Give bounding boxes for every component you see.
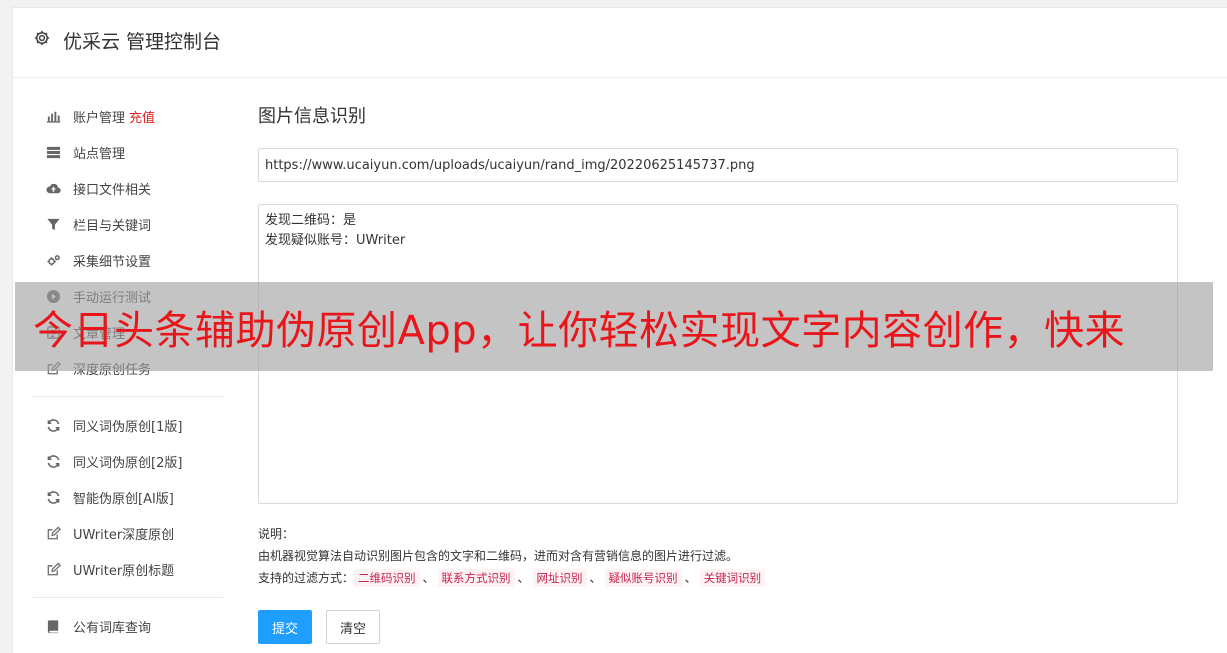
refresh-icon [44, 416, 62, 434]
sidebar-item-label: UWriter原创标题 [73, 563, 175, 579]
gears-icon [44, 251, 62, 269]
desc-text: 由机器视觉算法自动识别图片包含的文字和二维码，进而对含有营销信息的图片进行过滤。 [258, 549, 739, 563]
page-title: 优采云 管理控制台 [63, 31, 222, 53]
sidebar-item[interactable]: 采集细节设置 [33, 242, 223, 278]
sidebar-item-label: 公有词库查询 [73, 620, 152, 636]
gear-icon [34, 30, 50, 46]
result-line: 发现疑似账号：UWriter [265, 233, 406, 248]
sidebar-divider [33, 396, 223, 397]
filter-tag: 网址识别 [532, 569, 587, 587]
sidebar-item-label: 账户管理 [73, 110, 126, 126]
sidebar-item[interactable]: 栏目与关键词 [33, 206, 223, 242]
filter-tag: 联系方式识别 [437, 569, 515, 587]
sidebar-item-label: 栏目与关键词 [73, 218, 152, 234]
sidebar-divider [33, 597, 223, 598]
panel-header: 优采云 管理控制台 [13, 8, 1227, 78]
filter-separator: 、 [422, 571, 435, 585]
cloud-upload-icon [44, 179, 62, 197]
sidebar-item[interactable]: 账户管理 充值 [33, 98, 223, 134]
recharge-link[interactable]: 充值 [129, 107, 155, 126]
submit-button[interactable]: 提交 [258, 610, 312, 644]
desc-label: 说明： [258, 527, 295, 541]
edit-icon [44, 524, 62, 542]
sidebar-item[interactable]: 站点管理 [33, 134, 223, 170]
sidebar-item[interactable]: 接口文件相关 [33, 170, 223, 206]
image-url-input[interactable] [258, 148, 1178, 182]
clear-button[interactable]: 清空 [326, 610, 380, 644]
server-icon [44, 143, 62, 161]
filter-label: 支持的过滤方式： [258, 571, 355, 585]
filter-separator: 、 [517, 571, 530, 585]
sidebar-item-label: 智能伪原创[AI版] [73, 491, 174, 507]
sidebar-item[interactable]: 智能伪原创[AI版] [33, 479, 223, 515]
sidebar-item[interactable]: 同义词伪原创[2版] [33, 443, 223, 479]
sidebar-item-label: 采集细节设置 [73, 254, 152, 270]
sidebar: 账户管理充值站点管理接口文件相关栏目与关键词采集细节设置手动运行测试文章管理深度… [33, 98, 223, 644]
filter-separator: 、 [684, 571, 697, 585]
description: 说明： 由机器视觉算法自动识别图片包含的文字和二维码，进而对含有营销信息的图片进… [258, 523, 766, 589]
sidebar-item-label: 同义词伪原创[2版] [73, 455, 183, 471]
filter-methods: 支持的过滤方式： 二维码识别、联系方式识别、网址识别、疑似账号识别、关键词识别 [258, 567, 766, 589]
sidebar-item-label: 站点管理 [73, 146, 126, 162]
overlay-banner: 今日头条辅助伪原创App，让你轻松实现文字内容创作，快来 [15, 282, 1213, 371]
refresh-icon [44, 452, 62, 470]
bar-chart-icon [44, 107, 62, 125]
sidebar-item-label: 接口文件相关 [73, 182, 152, 198]
sidebar-item[interactable]: 同义词伪原创[1版] [33, 407, 223, 443]
section-title: 图片信息识别 [258, 106, 366, 127]
filter-icon [44, 215, 62, 233]
sidebar-item[interactable]: 公有词库查询 [33, 608, 223, 644]
sidebar-item[interactable]: UWriter原创标题 [33, 551, 223, 587]
refresh-icon [44, 488, 62, 506]
sidebar-item-label: UWriter深度原创 [73, 527, 175, 543]
edit-icon [44, 560, 62, 578]
filter-tag: 二维码识别 [354, 569, 420, 587]
sidebar-item[interactable]: UWriter深度原创 [33, 515, 223, 551]
filter-tag: 关键词识别 [699, 569, 766, 587]
banner-text: 今日头条辅助伪原创App，让你轻松实现文字内容创作，快来 [33, 307, 1126, 354]
filter-separator: 、 [589, 571, 602, 585]
filter-tag: 疑似账号识别 [604, 569, 682, 587]
book-icon [44, 617, 62, 635]
sidebar-item-label: 同义词伪原创[1版] [73, 419, 183, 435]
main-content: 图片信息识别 发现二维码：是 发现疑似账号：UWriter 说明： 由机器视觉算… [258, 103, 1178, 644]
result-line: 发现二维码：是 [265, 213, 357, 228]
